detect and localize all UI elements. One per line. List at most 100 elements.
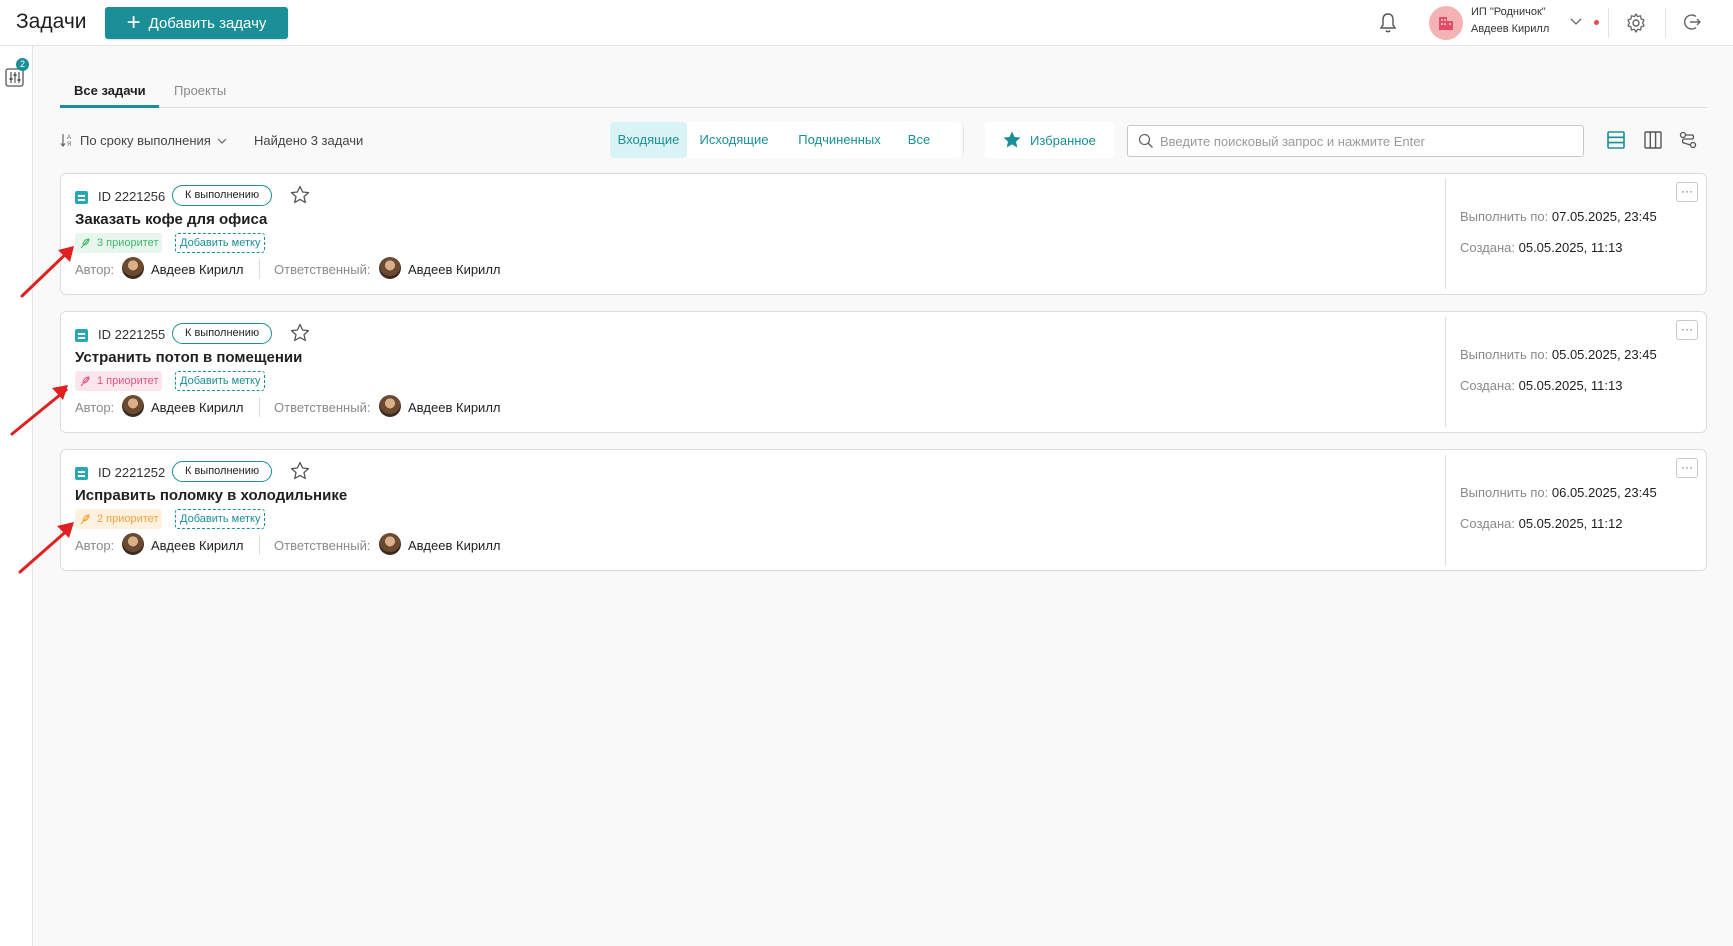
flow-view-icon[interactable] (1678, 130, 1698, 150)
search-icon (1138, 133, 1153, 148)
divider (1445, 179, 1446, 289)
add-task-button[interactable]: + Добавить задачу (105, 7, 288, 39)
author-label: Автор: (75, 400, 115, 415)
created-label: Создана: (1460, 378, 1515, 393)
building-icon (1439, 17, 1453, 30)
created-value: 05.05.2025, 11:12 (1518, 516, 1623, 531)
star-outline-icon[interactable] (290, 185, 310, 205)
task-card[interactable]: ID 2221255 К выполнению Устранить потоп … (60, 311, 1707, 433)
user-name[interactable]: Авдеев Кирилл (1471, 23, 1549, 35)
company-avatar[interactable] (1429, 6, 1463, 40)
created-label: Создана: (1460, 240, 1515, 255)
add-tag-button[interactable]: Добавить метку (175, 371, 266, 391)
task-type-icon (75, 467, 88, 480)
due-value: 06.05.2025, 23:45 (1551, 485, 1657, 500)
divider (1665, 8, 1666, 38)
task-title[interactable]: Устранить потоп в помещении (75, 349, 302, 366)
assignee-name[interactable]: Авдеев Кирилл (408, 400, 501, 415)
filter-outgoing[interactable]: Исходящие (694, 122, 774, 158)
list-view-icon[interactable] (1606, 130, 1626, 150)
star-outline-icon[interactable] (290, 323, 310, 343)
author-name[interactable]: Авдеев Кирилл (151, 262, 244, 277)
more-menu-button[interactable]: ··· (1676, 458, 1698, 478)
search-input[interactable] (1160, 127, 1578, 155)
filter-incoming[interactable]: Входящие (610, 122, 687, 158)
results-count: Найдено 3 задачи (254, 133, 364, 148)
due-label: Выполнить по: (1460, 347, 1549, 362)
feather-icon (80, 238, 90, 249)
star-outline-icon[interactable] (290, 461, 310, 481)
priority-tag[interactable]: 2 приоритет (75, 509, 163, 529)
avatar (122, 257, 144, 279)
divider (259, 397, 260, 417)
author-name[interactable]: Авдеев Кирилл (151, 538, 244, 553)
assignee-label: Ответственный: (274, 262, 371, 277)
task-card[interactable]: ID 2221256 К выполнению Заказать кофе дл… (60, 173, 1707, 295)
author-label: Автор: (75, 538, 115, 553)
chevron-down-icon[interactable] (1569, 14, 1583, 28)
annotation-arrow (20, 246, 74, 298)
chevron-down-icon[interactable] (216, 135, 228, 147)
status-badge[interactable]: К выполнению (172, 185, 273, 206)
priority-label: 3 приоритет (97, 237, 159, 249)
tabs-divider (60, 107, 1707, 108)
logout-icon[interactable] (1682, 12, 1702, 32)
top-bar: Задачи + Добавить задачу ИП "Родничок" А… (0, 0, 1733, 46)
company-name[interactable]: ИП "Родничок" (1471, 6, 1546, 18)
add-tag-button[interactable]: Добавить метку (175, 509, 266, 529)
created-value: 05.05.2025, 11:13 (1518, 378, 1623, 393)
feather-icon (80, 514, 90, 525)
assignee-name[interactable]: Авдеев Кирилл (408, 538, 501, 553)
tab-all-tasks[interactable]: Все задачи (74, 83, 146, 106)
page-title: Задачи (16, 10, 87, 33)
priority-tag[interactable]: 1 приоритет (75, 371, 163, 391)
avatar (379, 257, 401, 279)
due-label: Выполнить по: (1460, 485, 1549, 500)
avatar (379, 533, 401, 555)
add-tag-button[interactable]: Добавить метку (175, 233, 266, 253)
task-title[interactable]: Заказать кофе для офиса (75, 211, 267, 228)
direction-filter-group: Входящие Исходящие Подчиненных Все (609, 122, 961, 158)
task-card[interactable]: ID 2221252 К выполнению Исправить поломк… (60, 449, 1707, 571)
author-name[interactable]: Авдеев Кирилл (151, 400, 244, 415)
avatar (379, 395, 401, 417)
created-label: Создана: (1460, 516, 1515, 531)
filter-all[interactable]: Все (899, 122, 939, 158)
favorites-button[interactable]: Избранное (985, 122, 1114, 158)
created-date: Создана: 05.05.2025, 11:13 (1460, 378, 1622, 393)
due-date: Выполнить по: 07.05.2025, 23:45 (1460, 209, 1657, 224)
annotation-arrow (18, 522, 74, 574)
star-filled-icon (1003, 131, 1021, 148)
board-view-icon[interactable] (1643, 130, 1663, 150)
task-id: ID 2221256 (98, 189, 166, 204)
divider (259, 259, 260, 279)
sort-dropdown[interactable]: По сроку выполнения (80, 133, 211, 148)
tab-projects[interactable]: Проекты (174, 83, 226, 106)
created-date: Создана: 05.05.2025, 11:12 (1460, 516, 1622, 531)
assignee-label: Ответственный: (274, 400, 371, 415)
more-menu-button[interactable]: ··· (1676, 320, 1698, 340)
priority-tag[interactable]: 3 приоритет (75, 233, 163, 253)
status-badge[interactable]: К выполнению (172, 323, 273, 344)
priority-label: 1 приоритет (97, 375, 159, 387)
avatar (122, 533, 144, 555)
divider (1445, 317, 1446, 427)
left-rail (0, 46, 33, 946)
search-box (1127, 125, 1584, 157)
gear-icon[interactable] (1625, 12, 1647, 34)
task-title[interactable]: Исправить поломку в холодильнике (75, 487, 347, 504)
priority-label: 2 приоритет (97, 513, 159, 525)
due-value: 05.05.2025, 23:45 (1551, 347, 1657, 362)
assignee-name[interactable]: Авдеев Кирилл (408, 262, 501, 277)
svg-text:Я: Я (67, 142, 71, 148)
divider (1608, 8, 1609, 38)
active-tab-indicator (60, 105, 159, 108)
task-id: ID 2221255 (98, 327, 166, 342)
created-value: 05.05.2025, 11:13 (1518, 240, 1623, 255)
bell-icon[interactable] (1378, 12, 1398, 34)
status-badge[interactable]: К выполнению (172, 461, 273, 482)
filter-subordinates[interactable]: Подчиненных (792, 122, 887, 158)
task-type-icon (75, 191, 88, 204)
sort-icon[interactable]: A Я (60, 132, 74, 148)
more-menu-button[interactable]: ··· (1676, 182, 1698, 202)
